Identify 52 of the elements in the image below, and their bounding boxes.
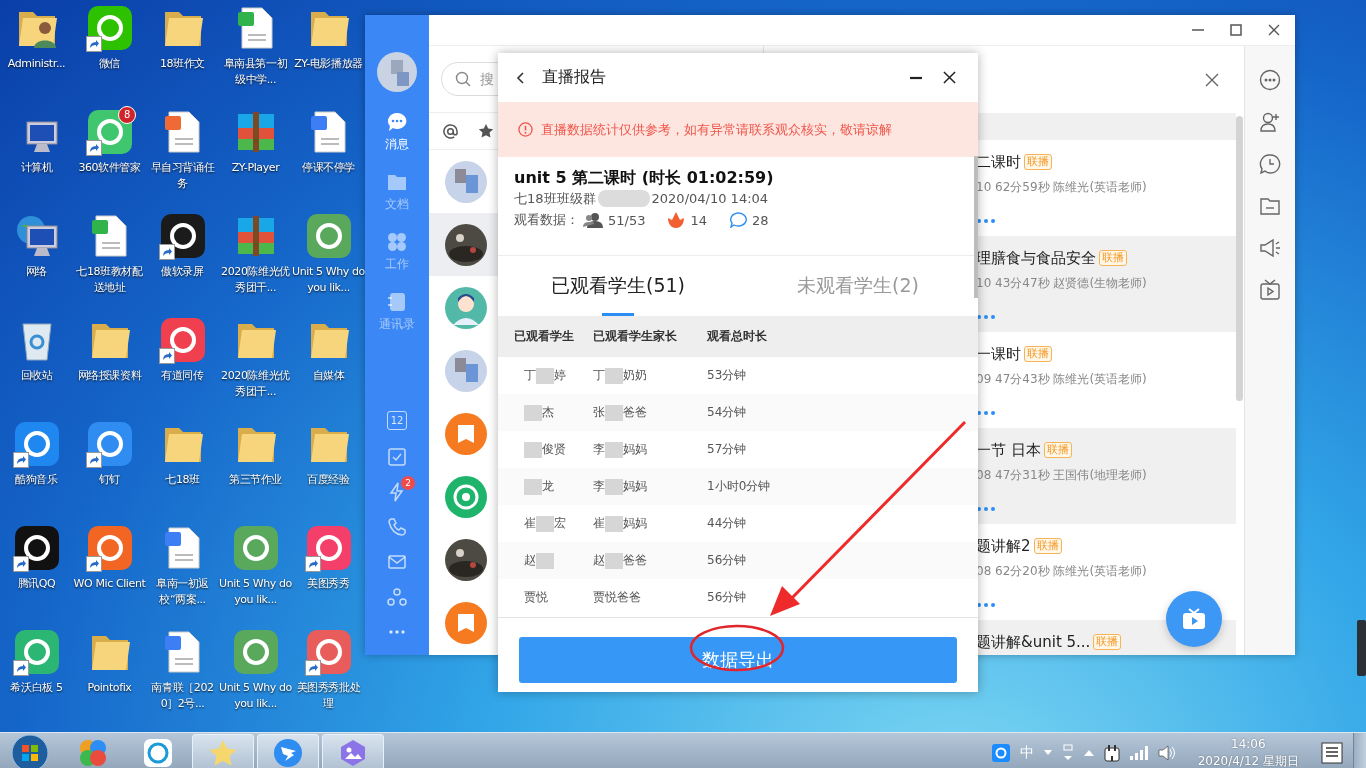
name-text: 李 — [593, 441, 605, 458]
name-text: 丁 — [524, 367, 536, 384]
name-text: 妈妈 — [623, 478, 647, 495]
column-header: 观看总时长 — [706, 328, 767, 345]
tag: 联播 — [1043, 442, 1072, 458]
column-header: 已观看学生家长 — [592, 328, 678, 345]
name-text: 宏 — [554, 515, 566, 532]
table-cell-text: 56分钟 — [706, 589, 747, 606]
name-text: 妈妈 — [623, 441, 647, 458]
name-text: 贾悦 — [524, 589, 548, 606]
name-text: 龙 — [542, 478, 554, 495]
column-header: 已观看学生 — [513, 328, 575, 345]
notice-text: 直播数据统计仅供参考，如有异常请联系观众核实，敬请谅解 — [541, 120, 892, 139]
name-text: 杰 — [542, 404, 554, 421]
name-text: 赵 — [593, 552, 605, 569]
start-time: 2020/04/10 14:04 — [651, 190, 769, 208]
live-details: 10 62分59秒 陈维光(英语老师) — [976, 179, 1147, 196]
notification-badge: 2 — [401, 476, 415, 490]
group-name: 七18班班级群 — [514, 190, 596, 208]
table-cell-text: 54分钟 — [706, 404, 747, 421]
notification-badge: 8 — [118, 106, 136, 124]
name-text: 奶奶 — [623, 367, 647, 384]
name-text: 爸爸 — [623, 552, 647, 569]
name-text: 俊贤 — [542, 441, 566, 458]
name-text: 丁 — [593, 367, 605, 384]
stat-value: 14 — [690, 212, 707, 228]
stat-value: 51/53 — [608, 212, 646, 228]
dialog-title: 直播报告 — [542, 67, 607, 88]
tag: 联播 — [1024, 154, 1052, 170]
name-text: 贾悦爸爸 — [593, 589, 641, 606]
tag: 联播 — [1099, 250, 1127, 266]
name-text: 崔 — [524, 515, 536, 532]
tag: 联播 — [1093, 634, 1122, 650]
tag: 联播 — [1033, 538, 1062, 554]
name-text: 婷 — [554, 367, 566, 384]
name-text: 李 — [593, 478, 605, 495]
stat-value: 28 — [752, 212, 769, 228]
tag: 联播 — [1024, 346, 1052, 362]
live-details: 10 43分47秒 赵贤德(生物老师) — [976, 275, 1147, 292]
stats-label: 观看数据： — [514, 211, 579, 229]
name-text: 妈妈 — [623, 515, 647, 532]
name-text: 张 — [593, 404, 605, 421]
lesson-title: unit 5 第二课时 (时长 01:02:59) — [514, 167, 774, 189]
table-cell-text: 57分钟 — [706, 441, 747, 458]
name-text: 赵 — [524, 552, 536, 569]
live-title: 题讲解2 — [976, 536, 1031, 556]
name-text: 爸爸 — [623, 404, 647, 421]
table-cell-text: 56分钟 — [706, 552, 747, 569]
live-title: 题讲解&unit 5... — [976, 632, 1091, 652]
name-text: 崔 — [593, 515, 605, 532]
table-cell-text: 53分钟 — [706, 367, 747, 384]
table-cell-text: 44分钟 — [706, 515, 747, 532]
